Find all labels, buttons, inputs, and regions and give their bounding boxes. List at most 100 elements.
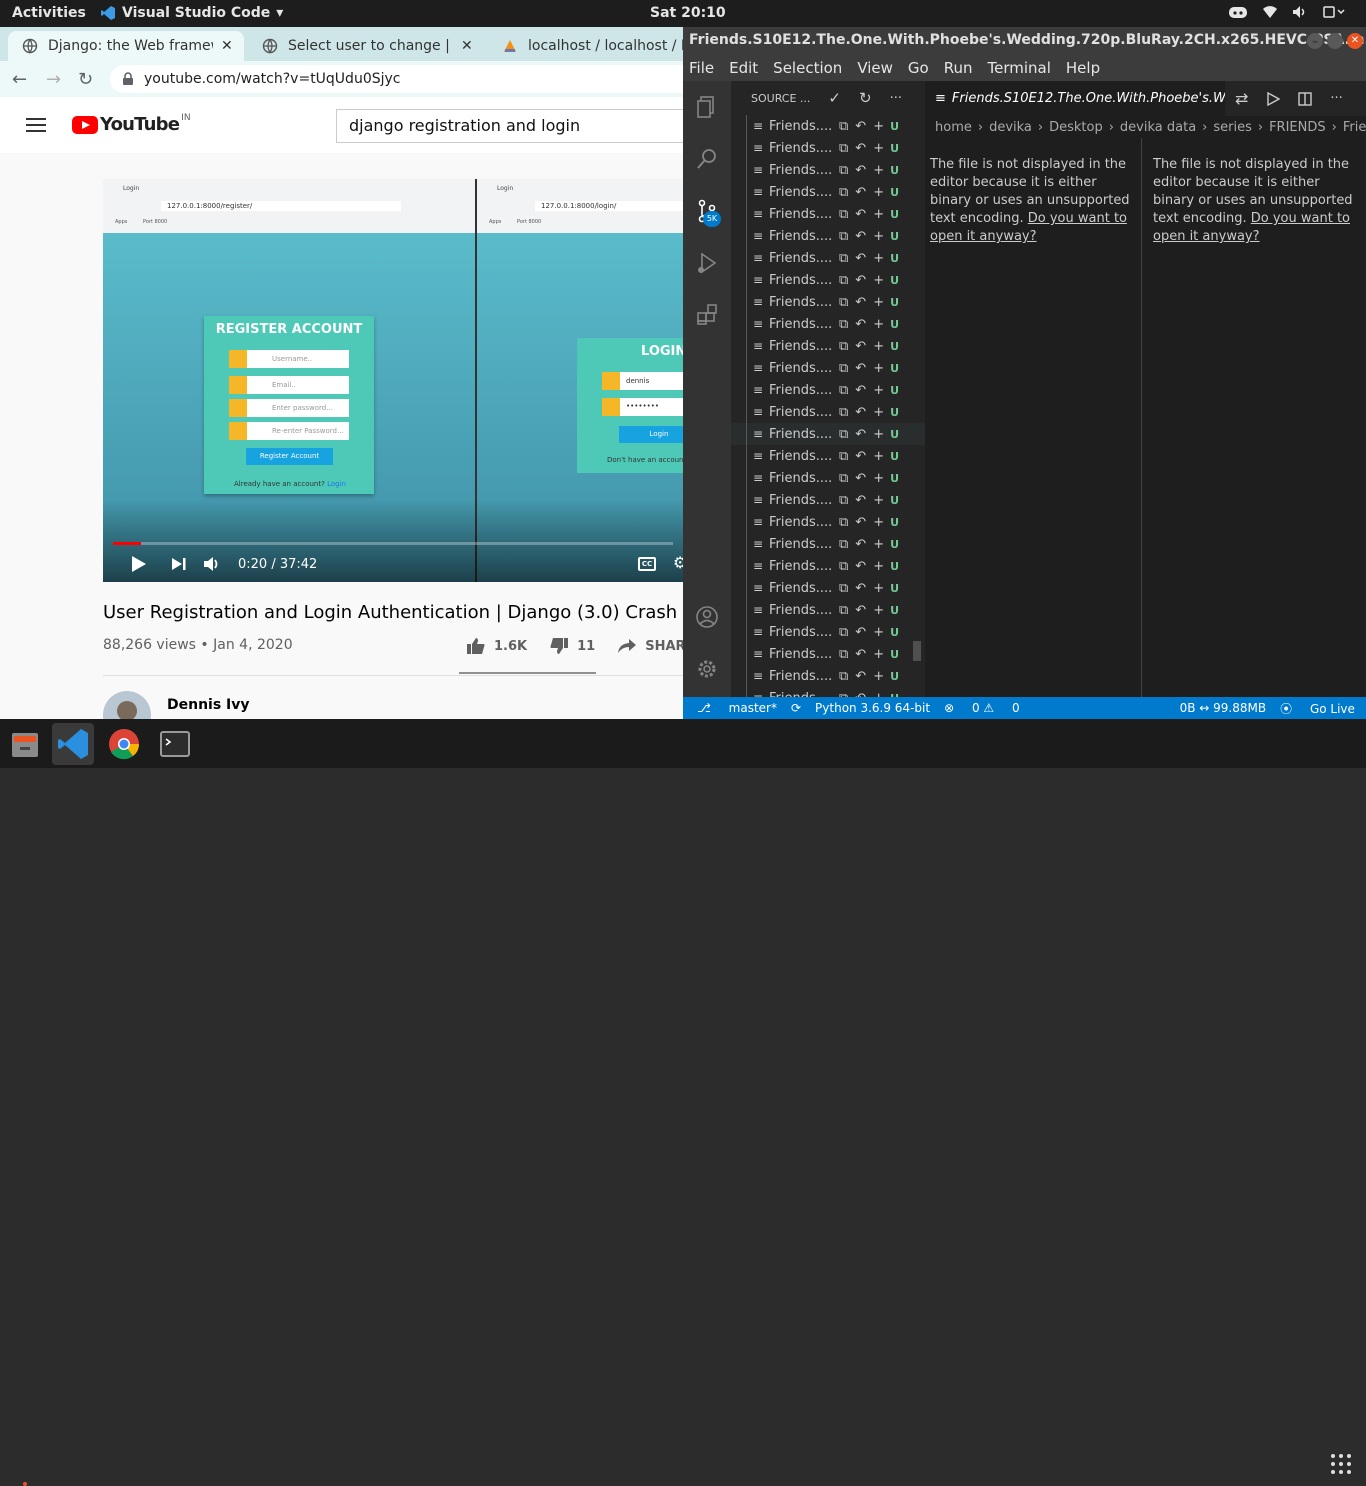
discard-changes-icon[interactable]: ↶: [855, 383, 866, 398]
changed-file-row[interactable]: ≡ Friends.... ⧉ ↶ + U: [731, 555, 925, 577]
tab-phpmyadmin[interactable]: localhost / localhost / D: [488, 31, 683, 61]
changed-file-row[interactable]: ≡ Friends.... ⧉ ↶ + U: [731, 379, 925, 401]
discard-changes-icon[interactable]: ↶: [855, 119, 866, 134]
play-icon[interactable]: [131, 555, 147, 573]
changed-file-row[interactable]: ≡ Friends.... ⧉ ↶ + U: [731, 357, 925, 379]
open-file-icon[interactable]: ⧉: [839, 449, 848, 464]
breadcrumb-segment[interactable]: home: [935, 120, 972, 135]
breadcrumb-segment[interactable]: FRIENDS: [1269, 120, 1326, 135]
menu-help[interactable]: Help: [1066, 59, 1100, 77]
open-changes-icon[interactable]: ⇄: [1235, 89, 1248, 108]
discard-changes-icon[interactable]: ↶: [855, 339, 866, 354]
open-file-icon[interactable]: ⧉: [839, 625, 848, 640]
changed-file-row[interactable]: ≡ Friends.... ⧉ ↶ + U: [731, 423, 925, 445]
stage-changes-icon[interactable]: +: [873, 185, 884, 200]
maximize-button[interactable]: [1327, 33, 1343, 49]
discard-changes-icon[interactable]: ↶: [855, 427, 866, 442]
discard-changes-icon[interactable]: ↶: [855, 273, 866, 288]
stage-changes-icon[interactable]: +: [873, 581, 884, 596]
run-icon[interactable]: [1266, 91, 1281, 106]
stage-changes-icon[interactable]: +: [873, 625, 884, 640]
dock-files-icon[interactable]: [4, 723, 46, 765]
stage-changes-icon[interactable]: +: [873, 361, 884, 376]
open-file-icon[interactable]: ⧉: [839, 405, 848, 420]
close-tab-icon[interactable]: ✕: [461, 38, 473, 54]
volume-icon[interactable]: [1292, 5, 1308, 19]
changed-file-row[interactable]: ≡ Friends.... ⧉ ↶ + U: [731, 489, 925, 511]
discard-changes-icon[interactable]: ↶: [855, 361, 866, 376]
menu-run[interactable]: Run: [944, 59, 973, 77]
stage-changes-icon[interactable]: +: [873, 339, 884, 354]
discard-changes-icon[interactable]: ↶: [855, 493, 866, 508]
discard-changes-icon[interactable]: ↶: [855, 229, 866, 244]
changed-file-row[interactable]: ≡ Friends.... ⧉ ↶ + U: [731, 621, 925, 643]
discard-changes-icon[interactable]: ↶: [855, 141, 866, 156]
discard-changes-icon[interactable]: ↶: [855, 669, 866, 684]
next-icon[interactable]: [171, 557, 187, 571]
open-file-icon[interactable]: ⧉: [839, 185, 848, 200]
stage-changes-icon[interactable]: +: [873, 317, 884, 332]
menu-selection[interactable]: Selection: [773, 59, 842, 77]
changed-file-row[interactable]: ≡ Friends.... ⧉ ↶ + U: [731, 225, 925, 247]
discord-icon[interactable]: [1228, 4, 1248, 20]
refresh-icon[interactable]: ↻: [859, 89, 872, 107]
system-tray[interactable]: [1228, 4, 1346, 20]
discard-changes-icon[interactable]: ↶: [855, 295, 866, 310]
memory-indicator[interactable]: 0B ↔ 99.88MB: [1180, 701, 1267, 715]
breadcrumb-segment[interactable]: devika data: [1120, 120, 1196, 135]
open-file-icon[interactable]: ⧉: [839, 339, 848, 354]
channel-avatar[interactable]: [103, 691, 151, 719]
changed-file-row[interactable]: ≡ Friends.... ⧉ ↶ + U: [731, 247, 925, 269]
activities-button[interactable]: Activities: [12, 5, 86, 21]
stage-changes-icon[interactable]: +: [873, 537, 884, 552]
changed-file-row[interactable]: ≡ Friends.... ⧉ ↶ + U: [731, 401, 925, 423]
open-file-icon[interactable]: ⧉: [839, 559, 848, 574]
manage-gear-icon[interactable]: [695, 657, 719, 681]
changed-file-row[interactable]: ≡ Friends.... ⧉ ↶ + U: [731, 445, 925, 467]
open-file-icon[interactable]: ⧉: [839, 229, 848, 244]
changed-file-row[interactable]: ≡ Friends.... ⧉ ↶ + U: [731, 511, 925, 533]
tab-select-user[interactable]: Select user to change | Dj ✕: [248, 31, 484, 61]
stage-changes-icon[interactable]: +: [873, 669, 884, 684]
open-file-icon[interactable]: ⧉: [839, 647, 848, 662]
menu-view[interactable]: View: [857, 59, 893, 77]
git-branch[interactable]: ⎇ master*: [697, 701, 777, 715]
breadcrumb-segment[interactable]: series: [1213, 120, 1252, 135]
video-player[interactable]: Login 127.0.0.1:8000/register/ Apps Port…: [103, 179, 683, 582]
discard-changes-icon[interactable]: ↶: [855, 185, 866, 200]
changed-file-row[interactable]: ≡ Friends.... ⧉ ↶ + U: [731, 137, 925, 159]
discard-changes-icon[interactable]: ↶: [855, 163, 866, 178]
breadcrumb-segment[interactable]: devika: [989, 120, 1032, 135]
sync-icon[interactable]: ⟳: [791, 701, 801, 715]
stage-changes-icon[interactable]: +: [873, 427, 884, 442]
discard-changes-icon[interactable]: ↶: [855, 251, 866, 266]
open-file-icon[interactable]: ⧉: [839, 493, 848, 508]
more-actions-icon[interactable]: ···: [890, 91, 902, 106]
changed-file-row[interactable]: ≡ Friends.... ⧉ ↶ + U: [731, 599, 925, 621]
open-file-icon[interactable]: ⧉: [839, 141, 848, 156]
stage-changes-icon[interactable]: +: [873, 163, 884, 178]
open-file-icon[interactable]: ⧉: [839, 427, 848, 442]
discard-changes-icon[interactable]: ↶: [855, 537, 866, 552]
breadcrumb-segment[interactable]: Desktop: [1049, 120, 1103, 135]
commit-check-icon[interactable]: ✓: [828, 89, 841, 107]
problems-indicator[interactable]: ⊗ 0 ⚠ 0: [944, 701, 1020, 715]
changed-file-row[interactable]: ≡ Friends.... ⧉ ↶ + U: [731, 181, 925, 203]
youtube-logo[interactable]: YouTube IN: [72, 113, 191, 135]
open-file-icon[interactable]: ⧉: [839, 163, 848, 178]
power-icon[interactable]: [1322, 4, 1346, 20]
open-file-icon[interactable]: ⧉: [839, 361, 848, 376]
open-file-icon[interactable]: ⧉: [839, 119, 848, 134]
open-file-icon[interactable]: ⧉: [839, 537, 848, 552]
stage-changes-icon[interactable]: +: [873, 559, 884, 574]
stage-changes-icon[interactable]: +: [873, 273, 884, 288]
changed-file-row[interactable]: ≡ Friends.... ⧉ ↶ + U: [731, 203, 925, 225]
settings-icon[interactable]: ⚙: [673, 553, 683, 572]
wifi-icon[interactable]: [1262, 5, 1278, 19]
changed-file-row[interactable]: ≡ Friends.... ⧉ ↶ + U: [731, 115, 925, 137]
changed-file-row[interactable]: ≡ Friends.... ⧉ ↶ + U: [731, 269, 925, 291]
pane-divider[interactable]: [1141, 138, 1142, 697]
hamburger-menu-icon[interactable]: [26, 118, 46, 132]
reload-icon[interactable]: ↻: [78, 69, 93, 90]
discard-changes-icon[interactable]: ↶: [855, 581, 866, 596]
